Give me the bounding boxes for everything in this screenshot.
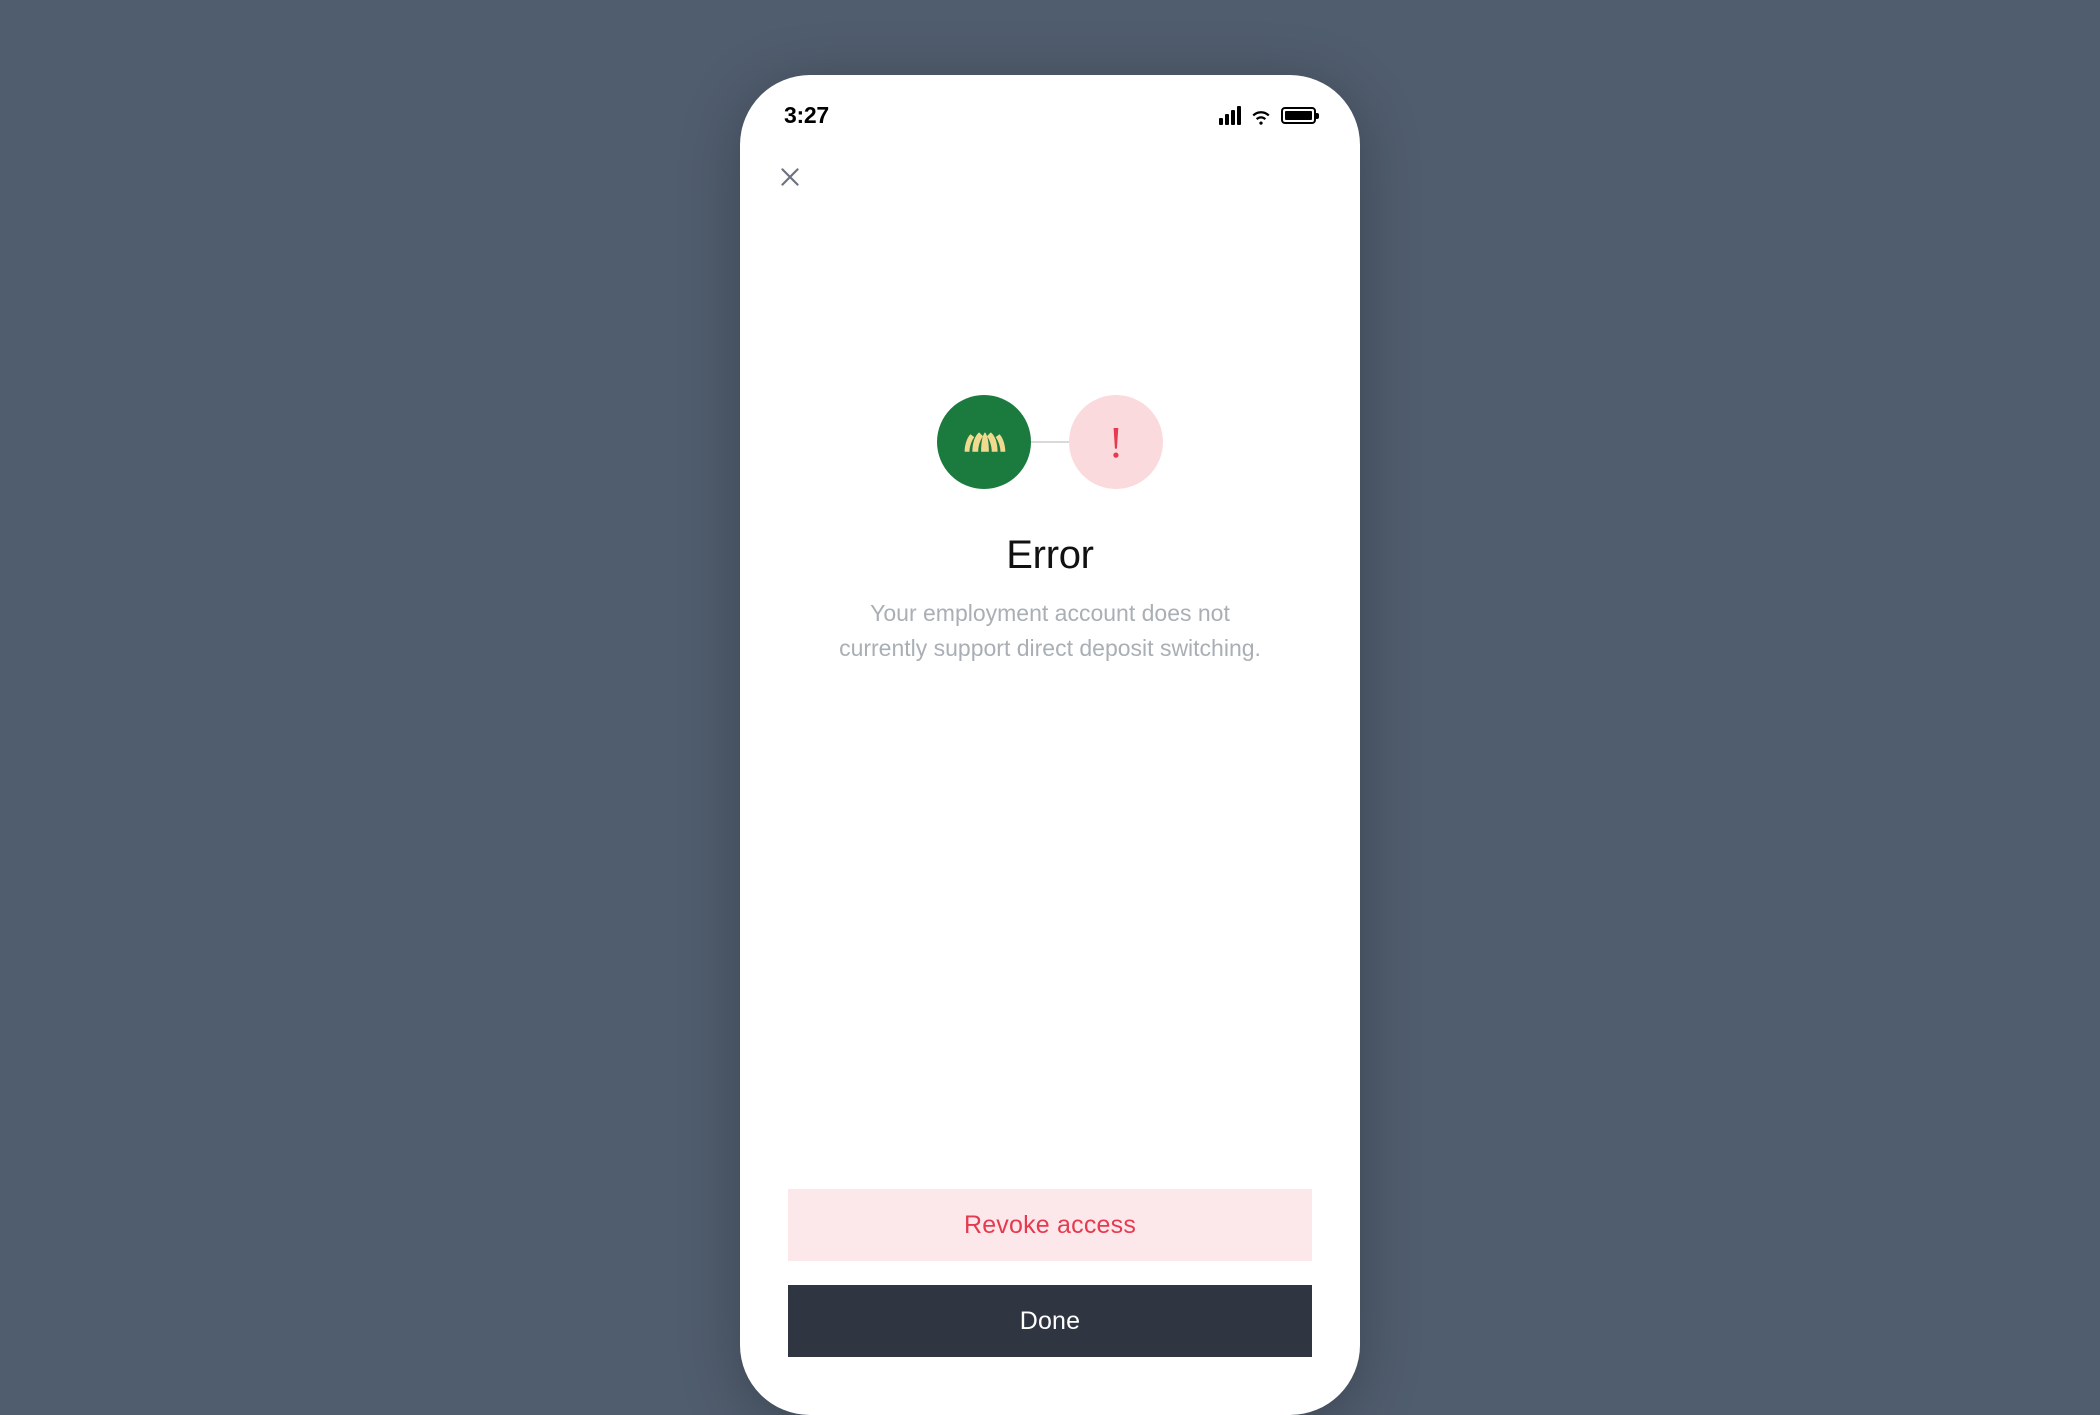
cellular-signal-icon xyxy=(1219,106,1241,125)
error-heading: Error xyxy=(788,533,1312,578)
phone-frame: 3:27 xyxy=(740,75,1360,1415)
error-subtext: Your employment account does not current… xyxy=(830,596,1270,665)
content-area: ! Error Your employment account does not… xyxy=(740,195,1360,665)
nav-bar xyxy=(740,141,1360,195)
done-button[interactable]: Done xyxy=(788,1285,1312,1357)
error-badge: ! xyxy=(1069,395,1163,489)
brand-badge xyxy=(937,395,1031,489)
close-icon xyxy=(777,164,803,190)
button-stack: Revoke access Done xyxy=(788,1189,1312,1357)
status-indicators xyxy=(1219,103,1316,127)
croissant-icon xyxy=(953,411,1015,473)
status-time: 3:27 xyxy=(784,102,829,129)
exclamation-icon: ! xyxy=(1109,417,1124,468)
connector-line xyxy=(1025,441,1075,443)
battery-icon xyxy=(1281,107,1316,124)
wifi-icon xyxy=(1249,103,1273,127)
status-bar: 3:27 xyxy=(740,75,1360,141)
revoke-access-button[interactable]: Revoke access xyxy=(788,1189,1312,1261)
icon-row: ! xyxy=(788,395,1312,489)
close-button[interactable] xyxy=(772,159,808,195)
